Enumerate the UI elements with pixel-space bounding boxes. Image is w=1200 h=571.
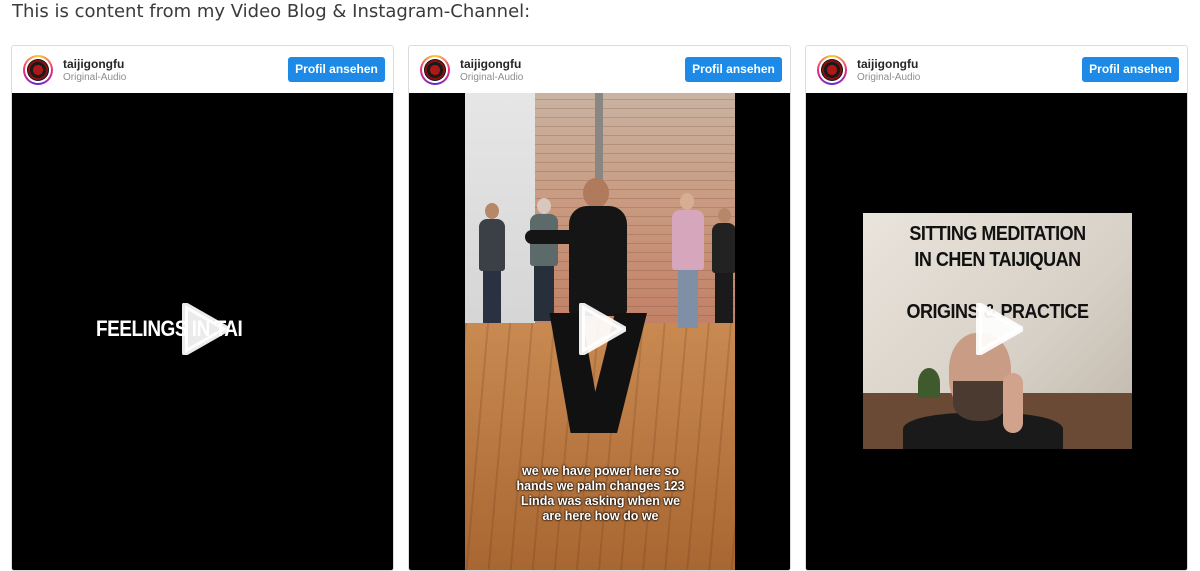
taijigongfu-logo-icon	[27, 59, 49, 81]
taijigongfu-logo-icon	[821, 59, 843, 81]
video-player[interactable]: SITTING MEDITATION IN CHEN TAIJIQUAN ORI…	[806, 93, 1187, 570]
instagram-embed-3: taijigongfu Original-Audio Profil ansehe…	[805, 45, 1188, 571]
embed-header: taijigongfu Original-Audio Profil ansehe…	[409, 46, 790, 93]
instagram-embed-1: taijigongfu Original-Audio Profil ansehe…	[11, 45, 394, 571]
instagram-embed-2: taijigongfu Original-Audio Profil ansehe…	[408, 45, 791, 571]
embed-header: taijigongfu Original-Audio Profil ansehe…	[806, 46, 1187, 93]
caption-line: we we have power here so	[521, 464, 679, 478]
view-profile-button[interactable]: Profil ansehen	[1082, 57, 1179, 82]
speaker-beard	[953, 381, 1007, 421]
avatar[interactable]	[23, 55, 53, 85]
audio-label[interactable]: Original-Audio	[857, 71, 920, 84]
avatar[interactable]	[817, 55, 847, 85]
video-caption: we we have power here so hands we palm c…	[409, 464, 790, 524]
video-title-line: IN CHEN TAIJIQUAN	[914, 247, 1081, 271]
username[interactable]: taijigongfu	[460, 57, 521, 71]
play-icon[interactable]	[574, 303, 626, 355]
embed-header: taijigongfu Original-Audio Profil ansehe…	[12, 46, 393, 93]
avatar[interactable]	[420, 55, 450, 85]
audio-label[interactable]: Original-Audio	[63, 71, 126, 84]
play-icon[interactable]	[971, 303, 1023, 355]
username[interactable]: taijigongfu	[857, 57, 918, 71]
taijigongfu-logo-icon	[424, 59, 446, 81]
caption-line: are here how do we	[542, 509, 659, 523]
video-player[interactable]: FEELINGS IN TAI	[12, 93, 393, 570]
view-profile-button[interactable]: Profil ansehen	[685, 57, 782, 82]
view-profile-button[interactable]: Profil ansehen	[288, 57, 385, 82]
plant	[918, 368, 940, 398]
intro-text: This is content from my Video Blog & Ins…	[12, 1, 531, 22]
wood-floor	[465, 323, 735, 570]
speaker-hand	[1003, 373, 1023, 433]
audio-label[interactable]: Original-Audio	[460, 71, 523, 84]
caption-line: Linda was asking when we	[520, 494, 681, 508]
play-icon[interactable]	[177, 303, 229, 355]
video-player[interactable]: we we have power here so hands we palm c…	[409, 93, 790, 570]
username[interactable]: taijigongfu	[63, 57, 124, 71]
video-title-line: SITTING MEDITATION	[909, 221, 1086, 245]
caption-line: hands we palm changes 123	[516, 479, 685, 493]
